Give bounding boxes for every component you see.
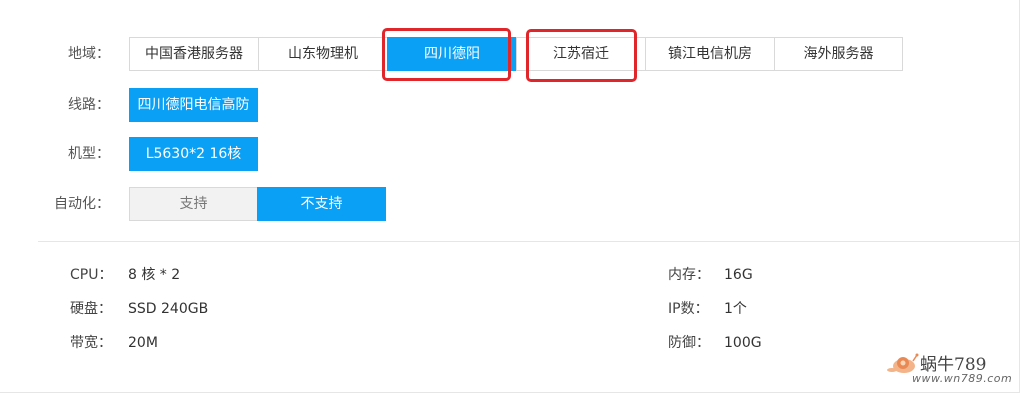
spec-memory-value: 16G [724,267,753,283]
spec-cpu-label: CPU： [70,267,113,283]
model-option-l5630[interactable]: L5630*2 16核 [129,137,258,171]
region-option-zhenjiang[interactable]: 镇江电信机房 [645,37,775,71]
spec-bandwidth-label: 带宽： [70,335,112,351]
automation-label: 自动化： [54,196,110,212]
region-option-shandong[interactable]: 山东物理机 [258,37,388,71]
model-options: L5630*2 16核 [129,137,258,171]
line-options: 四川德阳电信高防 [129,88,258,122]
automation-option-support[interactable]: 支持 [129,187,258,221]
spec-cpu: CPU： 8 核 * 2 [70,265,180,285]
spec-bandwidth: 带宽： 20M [70,333,158,353]
spec-disk: 硬盘： SSD 240GB [70,299,208,319]
watermark: 蜗牛789 www.wn789.com [880,348,1013,388]
spec-ip-label: IP数： [668,301,709,317]
watermark-url: www.wn789.com [912,372,1013,385]
line-option-deyang-telecom[interactable]: 四川德阳电信高防 [129,88,258,122]
spec-defense: 防御： 100G [668,333,762,353]
spec-bandwidth-value: 20M [128,335,158,351]
model-label: 机型： [68,146,110,162]
spec-defense-label: 防御： [668,335,710,351]
automation-option-no-support[interactable]: 不支持 [257,187,386,221]
region-options: 中国香港服务器 山东物理机 四川德阳 江苏宿迁 镇江电信机房 海外服务器 [129,37,903,71]
line-row: 线路： 四川德阳电信高防 [0,88,1021,122]
region-row: 地域： 中国香港服务器 山东物理机 四川德阳 江苏宿迁 镇江电信机房 海外服务器 [0,37,1021,71]
model-row: 机型： L5630*2 16核 [0,137,1021,171]
automation-options: 支持 不支持 [129,187,386,221]
spec-memory-label: 内存： [668,267,710,283]
region-label: 地域： [68,46,110,62]
automation-row: 自动化： 支持 不支持 [0,187,1021,221]
spec-ip-value: 1个 [724,301,747,317]
region-option-jiangsu-suqian[interactable]: 江苏宿迁 [516,37,646,71]
spec-defense-value: 100G [724,335,762,351]
region-option-hongkong[interactable]: 中国香港服务器 [129,37,259,71]
region-option-overseas[interactable]: 海外服务器 [774,37,903,71]
line-label: 线路： [68,97,110,113]
divider [38,241,1019,242]
spec-memory: 内存： 16G [668,265,753,285]
spec-cpu-value: 8 核 * 2 [128,267,181,283]
region-option-sichuan-deyang[interactable]: 四川德阳 [387,37,517,71]
spec-disk-label: 硬盘： [70,301,112,317]
spec-disk-value: SSD 240GB [128,301,209,317]
spec-ip: IP数： 1个 [668,299,747,319]
